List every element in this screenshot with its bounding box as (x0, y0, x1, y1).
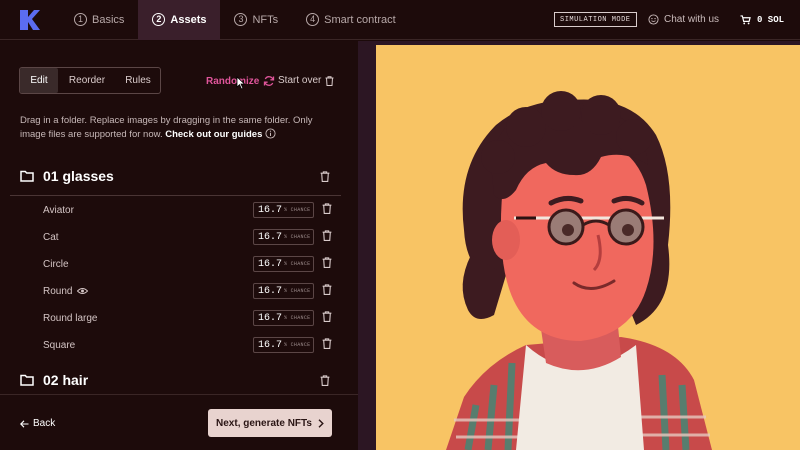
trait-name: Round large (43, 312, 98, 324)
app-logo[interactable] (0, 0, 60, 40)
trait-name: Cat (43, 231, 59, 243)
chance-input[interactable]: 16.7% CHANCE (253, 337, 314, 353)
chance-input[interactable]: 16.7% CHANCE (253, 229, 314, 245)
delete-trait-icon[interactable] (322, 338, 332, 349)
chance-unit: % CHANCE (284, 315, 311, 321)
start-over-button[interactable]: Start over (278, 75, 334, 86)
trash-icon (325, 75, 334, 86)
trait-aviator[interactable]: Aviator 16.7% CHANCE (43, 202, 333, 218)
eye-icon[interactable] (77, 287, 89, 295)
delete-trait-icon[interactable] (322, 203, 332, 214)
tab-edit[interactable]: Edit (20, 68, 58, 93)
step-smart-contract[interactable]: 4 Smart contract (292, 0, 410, 40)
step-number: 2 (152, 13, 166, 26)
trait-name: Aviator (43, 204, 74, 216)
chance-unit: % CHANCE (284, 342, 311, 348)
trait-name: Circle (43, 258, 69, 270)
chance-value: 16.7 (258, 285, 283, 297)
start-over-label: Start over (278, 75, 322, 86)
chance-value: 16.7 (258, 204, 283, 216)
smiley-icon (648, 14, 659, 25)
guides-link[interactable]: Check out our guides (165, 129, 262, 140)
cart-icon (740, 14, 751, 24)
trait-name: Square (43, 339, 76, 351)
back-button[interactable]: Back (20, 418, 55, 429)
chance-unit: % CHANCE (284, 261, 311, 267)
trait-cat[interactable]: Cat 16.7% CHANCE (43, 229, 333, 245)
folder-glasses[interactable]: 01 glasses (20, 166, 114, 186)
chance-value: 16.7 (258, 231, 283, 243)
step-number: 3 (234, 13, 248, 26)
chance-value: 16.7 (258, 339, 283, 351)
delete-folder-icon[interactable] (320, 171, 330, 182)
simulation-mode-badge[interactable]: SIMULATION MODE (554, 12, 637, 27)
trait-round[interactable]: Round 16.7% CHANCE (43, 283, 333, 299)
chance-input[interactable]: 16.7% CHANCE (253, 283, 314, 299)
chance-input[interactable]: 16.7% CHANCE (253, 202, 314, 218)
cart-total: 0 SOL (757, 14, 785, 25)
step-assets[interactable]: 2 Assets (138, 0, 221, 40)
chance-input[interactable]: 16.7% CHANCE (253, 256, 314, 272)
step-number: 1 (74, 13, 87, 26)
folder-name: 01 glasses (43, 168, 114, 184)
folder-icon (20, 170, 34, 182)
chance-value: 16.7 (258, 312, 283, 324)
step-label: NFTs (252, 13, 279, 26)
delete-trait-icon[interactable] (322, 311, 332, 322)
chance-unit: % CHANCE (284, 207, 311, 213)
footer-bar: Back Next, generate NFTs (0, 394, 358, 450)
chance-value: 16.7 (258, 258, 283, 270)
step-basics[interactable]: 1 Basics (60, 0, 138, 40)
trait-name: Round (43, 285, 73, 297)
delete-trait-icon[interactable] (322, 230, 332, 241)
chance-unit: % CHANCE (284, 288, 311, 294)
refresh-icon (264, 76, 275, 86)
next-label: Next, generate NFTs (216, 417, 312, 429)
trait-square[interactable]: Square 16.7% CHANCE (43, 337, 333, 353)
back-label: Back (33, 418, 56, 429)
tab-reorder[interactable]: Reorder (58, 68, 116, 93)
folder-hair[interactable]: 02 hair (20, 370, 88, 390)
trait-circle[interactable]: Circle 16.7% CHANCE (43, 256, 333, 272)
trait-round-large[interactable]: Round large 16.7% CHANCE (43, 310, 333, 326)
step-label: Assets (170, 13, 207, 26)
step-nfts[interactable]: 3 NFTs (220, 0, 292, 40)
logo-icon (20, 9, 40, 30)
upload-help-text: Drag in a folder. Replace images by drag… (20, 114, 338, 142)
next-generate-nfts-button[interactable]: Next, generate NFTs (208, 409, 332, 437)
delete-trait-icon[interactable] (322, 284, 332, 295)
step-label: Basics (92, 13, 125, 26)
mouse-cursor-icon (236, 76, 246, 90)
delete-folder-icon[interactable] (320, 375, 330, 386)
nft-preview-image (376, 45, 800, 450)
folder-name: 02 hair (43, 372, 89, 388)
chevron-right-icon (318, 418, 324, 428)
info-icon[interactable] (265, 128, 276, 139)
nft-preview-panel (358, 41, 800, 450)
delete-trait-icon[interactable] (322, 257, 332, 268)
tab-rules[interactable]: Rules (116, 68, 160, 93)
chat-button[interactable]: Chat with us (648, 12, 719, 27)
editor-mode-tabs: Edit Reorder Rules (19, 67, 161, 94)
chat-label: Chat with us (664, 14, 720, 25)
randomize-label: Randomize (206, 75, 260, 87)
folder-divider (10, 195, 341, 196)
step-label: Smart contract (324, 13, 396, 26)
asset-editor-panel: Edit Reorder Rules Randomize Start over … (0, 41, 358, 450)
chance-input[interactable]: 16.7% CHANCE (253, 310, 314, 326)
character-illustration (446, 91, 712, 450)
arrow-left-icon (20, 419, 29, 428)
folder-icon (20, 374, 34, 386)
cart-button[interactable]: 0 SOL (740, 12, 784, 27)
chance-unit: % CHANCE (284, 234, 311, 240)
step-number: 4 (306, 13, 320, 26)
